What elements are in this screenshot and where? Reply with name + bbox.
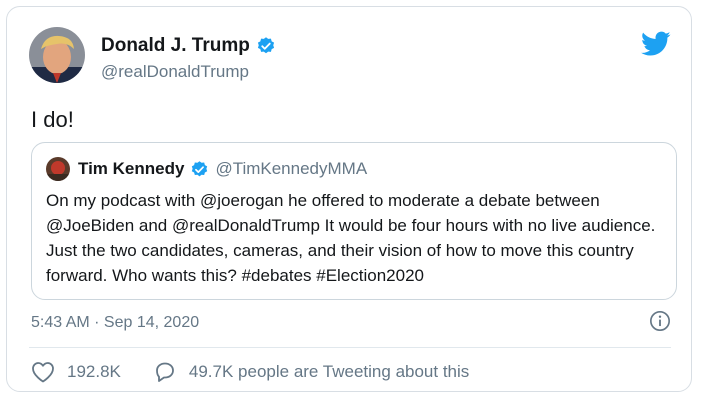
tweet-actions: 192.8K 49.7K people are Tweeting about t…	[31, 361, 469, 383]
quoted-author-avatar	[46, 157, 70, 181]
tweet-timestamp[interactable]: 5:43 AM · Sep 14, 2020	[31, 314, 199, 332]
info-icon[interactable]	[649, 310, 671, 332]
twitter-bird-icon[interactable]	[641, 31, 671, 57]
quoted-author-name: Tim Kennedy	[78, 159, 185, 178]
likes-count: 192.8K	[67, 362, 121, 381]
quoted-tweet-header: Tim Kennedy @TimKennedyMMA	[46, 157, 367, 181]
author-avatar[interactable]	[29, 27, 85, 83]
divider	[29, 347, 671, 348]
quoted-tweet-text: On my podcast with @joerogan he offered …	[46, 191, 656, 285]
quoted-author-handle: @TimKennedyMMA	[215, 159, 368, 178]
like-button[interactable]: 192.8K	[31, 361, 153, 383]
heart-icon	[32, 362, 54, 383]
verified-badge-icon	[257, 37, 274, 54]
quoted-tweet[interactable]: Tim Kennedy @TimKennedyMMA On my podcast…	[31, 142, 677, 300]
author-name[interactable]: Donald J. Trump	[101, 35, 276, 57]
verified-badge-icon	[192, 160, 208, 176]
tweet-text: I do!	[31, 107, 74, 132]
retweet-text: 49.7K people are Tweeting about this	[188, 362, 470, 381]
author-handle[interactable]: @realDonaldTrump	[101, 62, 249, 82]
author-name-text[interactable]: Donald J. Trump	[101, 35, 250, 57]
speech-bubble-icon	[155, 362, 174, 382]
reply-button[interactable]: 49.7K people are Tweeting about this	[153, 361, 469, 383]
tweet-card[interactable]: Donald J. Trump @realDonaldTrump I do! T…	[6, 6, 692, 392]
